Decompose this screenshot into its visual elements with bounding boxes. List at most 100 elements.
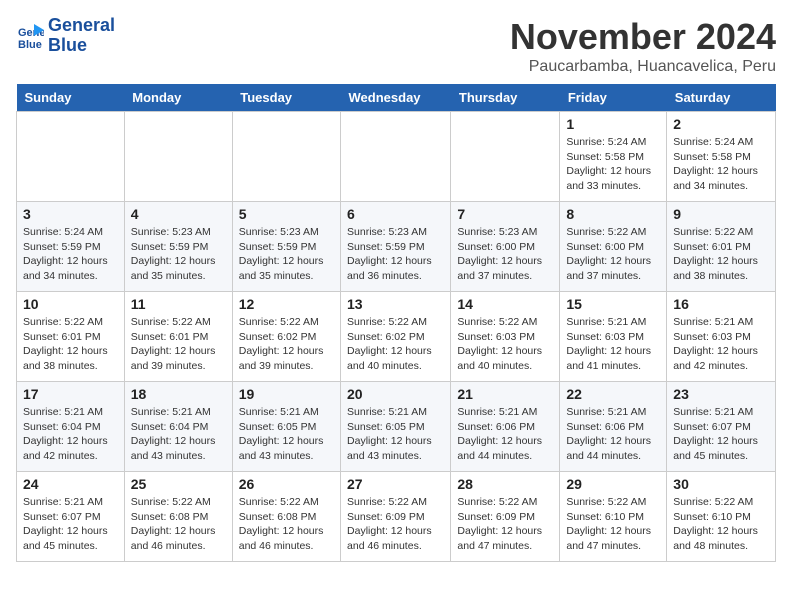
cell-info: Sunrise: 5:21 AM Sunset: 6:03 PM Dayligh…: [673, 315, 769, 374]
calendar-cell: 21 Sunrise: 5:21 AM Sunset: 6:06 PM Dayli…: [451, 382, 560, 472]
cell-info: Sunrise: 5:23 AM Sunset: 5:59 PM Dayligh…: [347, 225, 444, 284]
day-number: 13: [347, 296, 444, 312]
cell-info: Sunrise: 5:22 AM Sunset: 6:01 PM Dayligh…: [131, 315, 226, 374]
calendar-cell: 3Sunrise: 5:24 AM Sunset: 5:59 PM Daylig…: [17, 202, 125, 292]
day-number: 25: [131, 476, 226, 492]
day-number: 18: [131, 386, 226, 402]
calendar-cell: 8 Sunrise: 5:22 AM Sunset: 6:00 PM Daylig…: [560, 202, 667, 292]
cell-info: Sunrise: 5:21 AM Sunset: 6:06 PM Dayligh…: [457, 405, 553, 464]
day-number: 28: [457, 476, 553, 492]
day-number: 20: [347, 386, 444, 402]
weekday-header-wednesday: Wednesday: [341, 84, 451, 112]
calendar-cell: 24Sunrise: 5:21 AM Sunset: 6:07 PM Dayli…: [17, 472, 125, 562]
day-number: 26: [239, 476, 334, 492]
cell-info: Sunrise: 5:21 AM Sunset: 6:05 PM Dayligh…: [347, 405, 444, 464]
day-number: 11: [131, 296, 226, 312]
logo-line1: General: [48, 16, 115, 36]
cell-info: Sunrise: 5:22 AM Sunset: 6:08 PM Dayligh…: [131, 495, 226, 554]
cell-info: Sunrise: 5:22 AM Sunset: 6:00 PM Dayligh…: [566, 225, 660, 284]
day-number: 19: [239, 386, 334, 402]
day-number: 29: [566, 476, 660, 492]
cell-info: Sunrise: 5:21 AM Sunset: 6:03 PM Dayligh…: [566, 315, 660, 374]
calendar-cell: 2Sunrise: 5:24 AM Sunset: 5:58 PM Daylig…: [667, 112, 776, 202]
calendar-cell: 25 Sunrise: 5:22 AM Sunset: 6:08 PM Dayli…: [124, 472, 232, 562]
day-number: 21: [457, 386, 553, 402]
calendar-cell: 28 Sunrise: 5:22 AM Sunset: 6:09 PM Dayli…: [451, 472, 560, 562]
calendar-cell: 16Sunrise: 5:21 AM Sunset: 6:03 PM Dayli…: [667, 292, 776, 382]
day-number: 8: [566, 206, 660, 222]
cell-info: Sunrise: 5:21 AM Sunset: 6:05 PM Dayligh…: [239, 405, 334, 464]
calendar-cell: [124, 112, 232, 202]
cell-info: Sunrise: 5:24 AM Sunset: 5:59 PM Dayligh…: [23, 225, 118, 284]
day-number: 17: [23, 386, 118, 402]
week-row-4: 24Sunrise: 5:21 AM Sunset: 6:07 PM Dayli…: [17, 472, 776, 562]
cell-info: Sunrise: 5:21 AM Sunset: 6:04 PM Dayligh…: [23, 405, 118, 464]
logo-icon: General Blue: [16, 22, 44, 50]
cell-info: Sunrise: 5:22 AM Sunset: 6:02 PM Dayligh…: [239, 315, 334, 374]
calendar-cell: [341, 112, 451, 202]
calendar-table: SundayMondayTuesdayWednesdayThursdayFrid…: [16, 84, 776, 562]
svg-text:Blue: Blue: [18, 39, 42, 50]
calendar-cell: 18 Sunrise: 5:21 AM Sunset: 6:04 PM Dayli…: [124, 382, 232, 472]
cell-info: Sunrise: 5:22 AM Sunset: 6:01 PM Dayligh…: [673, 225, 769, 284]
cell-info: Sunrise: 5:22 AM Sunset: 6:03 PM Dayligh…: [457, 315, 553, 374]
calendar-cell: 1 Sunrise: 5:24 AM Sunset: 5:58 PM Daylig…: [560, 112, 667, 202]
day-number: 1: [566, 116, 660, 132]
calendar-cell: 4 Sunrise: 5:23 AM Sunset: 5:59 PM Daylig…: [124, 202, 232, 292]
calendar-cell: 30Sunrise: 5:22 AM Sunset: 6:10 PM Dayli…: [667, 472, 776, 562]
calendar-cell: 7 Sunrise: 5:23 AM Sunset: 6:00 PM Daylig…: [451, 202, 560, 292]
day-number: 5: [239, 206, 334, 222]
week-row-2: 10 Sunrise: 5:22 AM Sunset: 6:01 PM Dayli…: [17, 292, 776, 382]
day-number: 9: [673, 206, 769, 222]
calendar-cell: 12 Sunrise: 5:22 AM Sunset: 6:02 PM Dayli…: [232, 292, 340, 382]
weekday-header-monday: Monday: [124, 84, 232, 112]
calendar-cell: 27 Sunrise: 5:22 AM Sunset: 6:09 PM Dayli…: [341, 472, 451, 562]
calendar-cell: 23 Sunrise: 5:21 AM Sunset: 6:07 PM Dayli…: [667, 382, 776, 472]
cell-info: Sunrise: 5:21 AM Sunset: 6:07 PM Dayligh…: [673, 405, 769, 464]
calendar-cell: 14 Sunrise: 5:22 AM Sunset: 6:03 PM Dayli…: [451, 292, 560, 382]
day-number: 4: [131, 206, 226, 222]
day-number: 10: [23, 296, 118, 312]
day-number: 30: [673, 476, 769, 492]
day-number: 23: [673, 386, 769, 402]
cell-info: Sunrise: 5:23 AM Sunset: 5:59 PM Dayligh…: [131, 225, 226, 284]
day-number: 14: [457, 296, 553, 312]
cell-info: Sunrise: 5:22 AM Sunset: 6:09 PM Dayligh…: [347, 495, 444, 554]
logo-line2: Blue: [48, 36, 115, 56]
weekday-header-sunday: Sunday: [17, 84, 125, 112]
day-number: 2: [673, 116, 769, 132]
day-number: 12: [239, 296, 334, 312]
cell-info: Sunrise: 5:23 AM Sunset: 6:00 PM Dayligh…: [457, 225, 553, 284]
week-row-3: 17 Sunrise: 5:21 AM Sunset: 6:04 PM Dayli…: [17, 382, 776, 472]
cell-info: Sunrise: 5:21 AM Sunset: 6:06 PM Dayligh…: [566, 405, 660, 464]
calendar-cell: 15 Sunrise: 5:21 AM Sunset: 6:03 PM Dayli…: [560, 292, 667, 382]
calendar-cell: 6 Sunrise: 5:23 AM Sunset: 5:59 PM Daylig…: [341, 202, 451, 292]
calendar-cell: 10 Sunrise: 5:22 AM Sunset: 6:01 PM Dayli…: [17, 292, 125, 382]
logo: General Blue General Blue: [16, 16, 115, 56]
day-number: 6: [347, 206, 444, 222]
day-number: 7: [457, 206, 553, 222]
day-number: 27: [347, 476, 444, 492]
cell-info: Sunrise: 5:22 AM Sunset: 6:10 PM Dayligh…: [566, 495, 660, 554]
day-number: 15: [566, 296, 660, 312]
calendar-cell: [17, 112, 125, 202]
cell-info: Sunrise: 5:21 AM Sunset: 6:04 PM Dayligh…: [131, 405, 226, 464]
title-area: November 2024 Paucarbamba, Huancavelica,…: [510, 16, 776, 76]
location-title: Paucarbamba, Huancavelica, Peru: [510, 58, 776, 76]
weekday-header-thursday: Thursday: [451, 84, 560, 112]
calendar-cell: 13 Sunrise: 5:22 AM Sunset: 6:02 PM Dayli…: [341, 292, 451, 382]
cell-info: Sunrise: 5:22 AM Sunset: 6:09 PM Dayligh…: [457, 495, 553, 554]
cell-info: Sunrise: 5:22 AM Sunset: 6:02 PM Dayligh…: [347, 315, 444, 374]
calendar-cell: 9 Sunrise: 5:22 AM Sunset: 6:01 PM Daylig…: [667, 202, 776, 292]
calendar-cell: 17 Sunrise: 5:21 AM Sunset: 6:04 PM Dayli…: [17, 382, 125, 472]
month-title: November 2024: [510, 16, 776, 58]
calendar-cell: 29 Sunrise: 5:22 AM Sunset: 6:10 PM Dayli…: [560, 472, 667, 562]
cell-info: Sunrise: 5:22 AM Sunset: 6:08 PM Dayligh…: [239, 495, 334, 554]
cell-info: Sunrise: 5:24 AM Sunset: 5:58 PM Dayligh…: [566, 135, 660, 194]
calendar-cell: 20 Sunrise: 5:21 AM Sunset: 6:05 PM Dayli…: [341, 382, 451, 472]
week-row-1: 3Sunrise: 5:24 AM Sunset: 5:59 PM Daylig…: [17, 202, 776, 292]
cell-info: Sunrise: 5:22 AM Sunset: 6:01 PM Dayligh…: [23, 315, 118, 374]
week-row-0: 1 Sunrise: 5:24 AM Sunset: 5:58 PM Daylig…: [17, 112, 776, 202]
weekday-header-saturday: Saturday: [667, 84, 776, 112]
weekday-header-tuesday: Tuesday: [232, 84, 340, 112]
